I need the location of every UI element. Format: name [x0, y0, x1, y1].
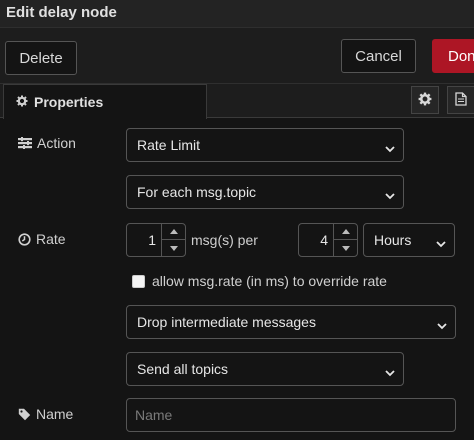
rate-period-unit-select[interactable]: Hours [363, 223, 455, 257]
gear-icon [418, 92, 432, 109]
cancel-button[interactable]: Cancel [341, 39, 416, 73]
action-label: Action [18, 135, 76, 151]
send-topics-select[interactable]: Send all topics [126, 352, 404, 386]
override-rate-label: allow msg.rate (in ms) to override rate [152, 273, 387, 289]
tab-description[interactable] [447, 86, 474, 114]
chevron-down-icon [385, 140, 395, 156]
tabs-bar: Properties [0, 84, 474, 119]
gear-icon [16, 94, 28, 110]
caret-up-icon[interactable] [162, 224, 185, 240]
properties-panel: Action Rate Limit For each msg.topic Rat… [0, 119, 474, 440]
chevron-down-icon [437, 317, 447, 333]
tab-properties[interactable]: Properties [3, 84, 207, 119]
list-icon [18, 137, 32, 149]
name-placeholder: Name [135, 407, 173, 423]
rate-scope-select[interactable]: For each msg.topic [126, 175, 404, 209]
rate-count-stepper[interactable]: 1 [126, 223, 186, 257]
tray-toolbar: Delete Cancel Done [0, 28, 474, 84]
file-icon [455, 91, 467, 109]
clock-icon [18, 232, 31, 246]
chevron-down-icon [436, 235, 446, 251]
rate-period-stepper[interactable]: 4 [298, 223, 358, 257]
name-label: Name [18, 406, 73, 422]
tab-settings[interactable] [411, 86, 439, 114]
chevron-down-icon [385, 364, 395, 380]
caret-up-icon[interactable] [334, 224, 357, 240]
done-button[interactable]: Done [432, 39, 474, 73]
rate-unit-text: msg(s) per [191, 232, 258, 248]
tag-icon [18, 408, 31, 421]
chevron-down-icon [385, 187, 395, 203]
rate-label: Rate [18, 231, 66, 247]
drop-messages-select[interactable]: Drop intermediate messages [126, 305, 456, 339]
override-rate-checkbox[interactable] [132, 275, 145, 288]
name-input[interactable]: Name [126, 398, 456, 432]
delete-button[interactable]: Delete [5, 41, 77, 75]
tray-header: Edit delay node [0, 0, 474, 28]
tray-title: Edit delay node [6, 4, 117, 21]
action-select[interactable]: Rate Limit [126, 128, 404, 162]
tab-properties-label: Properties [34, 94, 104, 110]
caret-down-icon[interactable] [162, 240, 185, 256]
caret-down-icon[interactable] [334, 240, 357, 256]
